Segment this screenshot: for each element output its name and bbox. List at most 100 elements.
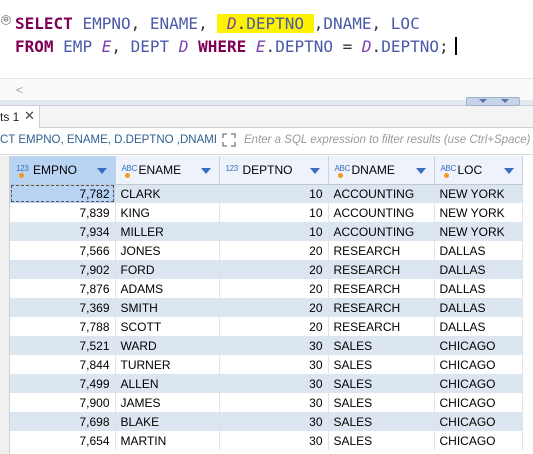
table-row[interactable]: 7,499 ALLEN 30 SALES CHICAGO: [10, 374, 523, 393]
column-header-ename[interactable]: ABC ENAME: [115, 156, 220, 185]
cell-loc[interactable]: CHICAGO: [434, 374, 523, 393]
cell-deptno[interactable]: 20: [219, 279, 329, 298]
cell-dname[interactable]: SALES: [328, 412, 435, 431]
column-header-empno[interactable]: 123 EMPNO: [10, 156, 116, 185]
cell-deptno[interactable]: 30: [219, 393, 329, 412]
cell-empno[interactable]: 7,654: [10, 431, 116, 450]
table-row[interactable]: 7,844 TURNER 30 SALES CHICAGO: [10, 355, 523, 374]
cell-loc[interactable]: CHICAGO: [434, 412, 523, 431]
cell-empno[interactable]: 7,876: [10, 279, 116, 298]
cell-empno[interactable]: 7,788: [10, 317, 116, 336]
cell-dname[interactable]: SALES: [328, 355, 435, 374]
cell-deptno[interactable]: 10: [219, 222, 329, 241]
cell-empno[interactable]: 7,902: [10, 260, 116, 279]
cell-ename[interactable]: MARTIN: [115, 431, 220, 450]
cell-empno[interactable]: 7,369: [10, 298, 116, 317]
cell-ename[interactable]: SCOTT: [115, 317, 220, 336]
cell-loc[interactable]: DALLAS: [434, 317, 523, 336]
table-row[interactable]: 7,902 FORD 20 RESEARCH DALLAS: [10, 260, 523, 279]
table-row[interactable]: 7,782 CLARK 10 ACCOUNTING NEW YORK: [10, 184, 523, 203]
cell-dname[interactable]: ACCOUNTING: [328, 222, 435, 241]
sql-editor[interactable]: ⊖ SELECT EMPNO, ENAME, D.DEPTNO ,DNAME, …: [0, 0, 533, 78]
column-header-dname[interactable]: ABC DNAME: [328, 156, 435, 185]
tab-results-1[interactable]: ts 1 ✕: [0, 106, 40, 128]
table-row[interactable]: 7,369 SMITH 20 RESEARCH DALLAS: [10, 298, 523, 317]
sort-menu-icon[interactable]: [503, 168, 514, 174]
cell-empno[interactable]: 7,782: [10, 184, 116, 203]
cell-deptno[interactable]: 20: [219, 241, 329, 260]
cell-dname[interactable]: RESEARCH: [328, 298, 435, 317]
table-row[interactable]: 7,876 ADAMS 20 RESEARCH DALLAS: [10, 279, 523, 298]
cell-dname[interactable]: RESEARCH: [328, 241, 435, 260]
cell-empno[interactable]: 7,844: [10, 355, 116, 374]
cell-ename[interactable]: JAMES: [115, 393, 220, 412]
cell-ename[interactable]: TURNER: [115, 355, 220, 374]
column-header-loc[interactable]: ABC LOC: [434, 156, 523, 185]
cell-empno[interactable]: 7,521: [10, 336, 116, 355]
cell-dname[interactable]: ACCOUNTING: [328, 203, 435, 222]
cell-deptno[interactable]: 30: [219, 412, 329, 431]
cell-deptno[interactable]: 30: [219, 374, 329, 393]
cell-deptno[interactable]: 20: [219, 317, 329, 336]
expand-icon[interactable]: [222, 133, 236, 147]
cell-deptno[interactable]: 10: [219, 203, 329, 222]
cell-dname[interactable]: RESEARCH: [328, 317, 435, 336]
table-row[interactable]: 7,900 JAMES 30 SALES CHICAGO: [10, 393, 523, 412]
cell-empno[interactable]: 7,900: [10, 393, 116, 412]
cell-ename[interactable]: MILLER: [115, 222, 220, 241]
cell-ename[interactable]: FORD: [115, 260, 220, 279]
cell-deptno[interactable]: 30: [219, 431, 329, 450]
cell-loc[interactable]: DALLAS: [434, 241, 523, 260]
column-header-deptno[interactable]: 123 DEPTNO: [219, 156, 329, 185]
cell-dname[interactable]: RESEARCH: [328, 260, 435, 279]
filter-input[interactable]: Enter a SQL expression to filter results…: [244, 134, 533, 146]
cell-dname[interactable]: SALES: [328, 374, 435, 393]
cell-deptno[interactable]: 30: [219, 355, 329, 374]
cell-dname[interactable]: ACCOUNTING: [328, 184, 435, 203]
cell-ename[interactable]: CLARK: [115, 184, 220, 203]
collapse-icon[interactable]: ⊖: [1, 15, 11, 25]
cell-ename[interactable]: ALLEN: [115, 374, 220, 393]
cell-ename[interactable]: WARD: [115, 336, 220, 355]
cell-empno[interactable]: 7,934: [10, 222, 116, 241]
close-icon[interactable]: ✕: [24, 108, 35, 124]
cell-loc[interactable]: NEW YORK: [434, 222, 523, 241]
table-row[interactable]: 7,566 JONES 20 RESEARCH DALLAS: [10, 241, 523, 260]
cell-dname[interactable]: RESEARCH: [328, 279, 435, 298]
cell-empno[interactable]: 7,698: [10, 412, 116, 431]
cell-dname[interactable]: SALES: [328, 431, 435, 450]
cell-empno[interactable]: 7,499: [10, 374, 116, 393]
cell-loc[interactable]: DALLAS: [434, 260, 523, 279]
table-row[interactable]: 7,788 SCOTT 20 RESEARCH DALLAS: [10, 317, 523, 336]
table-row[interactable]: 7,698 BLAKE 30 SALES CHICAGO: [10, 412, 523, 431]
cell-deptno[interactable]: 10: [219, 184, 329, 203]
table-row[interactable]: 7,839 KING 10 ACCOUNTING NEW YORK: [10, 203, 523, 222]
cell-loc[interactable]: DALLAS: [434, 298, 523, 317]
cell-loc[interactable]: DALLAS: [434, 279, 523, 298]
cell-ename[interactable]: KING: [115, 203, 220, 222]
cell-loc[interactable]: NEW YORK: [434, 184, 523, 203]
cell-empno[interactable]: 7,839: [10, 203, 116, 222]
cell-dname[interactable]: SALES: [328, 336, 435, 355]
sort-menu-icon[interactable]: [200, 168, 211, 174]
cell-deptno[interactable]: 20: [219, 260, 329, 279]
table-row[interactable]: 7,521 WARD 30 SALES CHICAGO: [10, 336, 523, 355]
sort-menu-icon[interactable]: [96, 168, 107, 174]
maximize-results-handle[interactable]: [466, 97, 520, 106]
cell-loc[interactable]: CHICAGO: [434, 393, 523, 412]
sort-menu-icon[interactable]: [415, 168, 426, 174]
cell-loc[interactable]: CHICAGO: [434, 336, 523, 355]
cell-deptno[interactable]: 20: [219, 298, 329, 317]
cell-ename[interactable]: SMITH: [115, 298, 220, 317]
editor-horizontal-scrollbar[interactable]: <: [0, 78, 533, 102]
table-row[interactable]: 7,654 MARTIN 30 SALES CHICAGO: [10, 431, 523, 450]
cell-ename[interactable]: JONES: [115, 241, 220, 260]
sort-menu-icon[interactable]: [309, 168, 320, 174]
cell-deptno[interactable]: 30: [219, 336, 329, 355]
cell-loc[interactable]: NEW YORK: [434, 203, 523, 222]
cell-empno[interactable]: 7,566: [10, 241, 116, 260]
scroll-left-icon[interactable]: <: [16, 83, 23, 97]
cell-ename[interactable]: BLAKE: [115, 412, 220, 431]
cell-loc[interactable]: CHICAGO: [434, 431, 523, 450]
cell-dname[interactable]: SALES: [328, 393, 435, 412]
